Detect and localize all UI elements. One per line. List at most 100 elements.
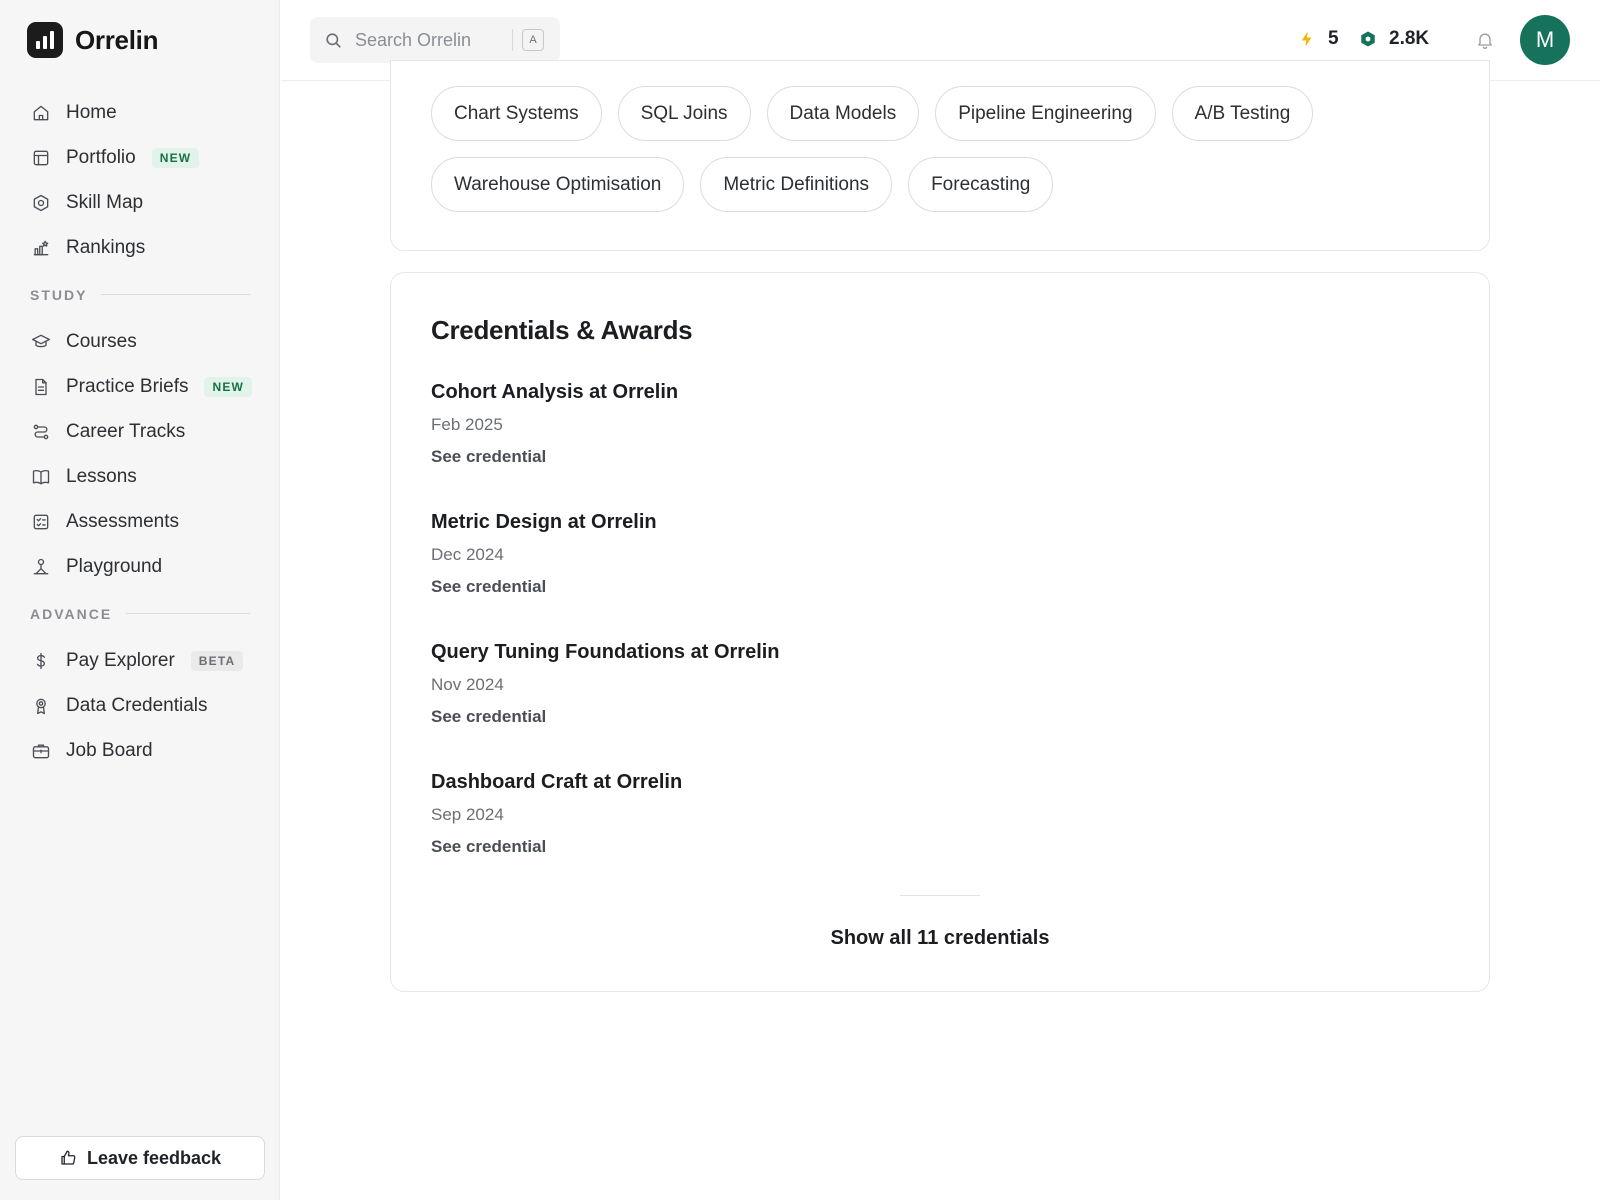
credential-name: Cohort Analysis at Orrelin: [431, 381, 679, 403]
sidebar-item-label: Courses: [66, 330, 137, 352]
sidebar-item-career-tracks[interactable]: Career Tracks: [0, 409, 280, 454]
list-item: Cohort Analysis at Orrelin Feb 2025 See …: [431, 381, 780, 511]
brand[interactable]: Orrelin: [27, 22, 158, 58]
playground-icon: [30, 556, 52, 578]
thumbs-up-icon: [59, 1149, 77, 1167]
skill-chip[interactable]: Forecasting: [908, 157, 1054, 212]
section-study: STUDY: [0, 270, 280, 319]
credential-name: Query Tuning Foundations at Orrelin: [431, 641, 780, 663]
lightning-icon: [1298, 29, 1316, 49]
sidebar-item-label: Practice Briefs: [66, 375, 189, 397]
home-icon: [30, 102, 52, 124]
sidebar-item-assessments[interactable]: Assessments: [0, 499, 280, 544]
graduation-cap-icon: [30, 331, 52, 353]
dollar-icon: [30, 650, 52, 672]
streak-counter[interactable]: 5: [1298, 28, 1339, 50]
skill-chip[interactable]: Pipeline Engineering: [935, 86, 1156, 141]
list-item: Metric Design at Orrelin Dec 2024 See cr…: [431, 511, 780, 641]
skills-card: Chart Systems SQL Joins Data Models Pipe…: [390, 60, 1490, 251]
credentials-card: Credentials & Awards Cohort Analysis at …: [390, 272, 1490, 992]
sidebar-item-label: Assessments: [66, 510, 179, 532]
sidebar-item-rankings[interactable]: Rankings: [0, 225, 280, 270]
sidebar-item-home[interactable]: Home: [0, 90, 280, 135]
sidebar-item-lessons[interactable]: Lessons: [0, 454, 280, 499]
sidebar-item-label: Job Board: [66, 739, 153, 761]
sidebar-item-playground[interactable]: Playground: [0, 544, 280, 589]
see-credential-link[interactable]: See credential: [431, 837, 546, 857]
credential-date: Sep 2024: [431, 805, 504, 824]
sidebar-item-portfolio[interactable]: Portfolio NEW: [0, 135, 280, 180]
ranking-icon: [30, 237, 52, 259]
credential-date: Nov 2024: [431, 675, 504, 694]
streak-value: 5: [1328, 28, 1339, 49]
sidebar-item-label: Portfolio: [66, 146, 136, 168]
new-badge: NEW: [151, 147, 200, 168]
brand-name: Orrelin: [75, 24, 159, 55]
skill-chip[interactable]: Data Models: [766, 86, 920, 141]
sidebar-item-label: Pay Explorer: [66, 649, 175, 671]
checklist-icon: [30, 511, 52, 533]
see-credential-link[interactable]: See credential: [431, 447, 546, 467]
credential-date: Feb 2025: [431, 415, 503, 434]
search-icon: [324, 31, 343, 50]
sidebar-item-label: Career Tracks: [66, 420, 186, 442]
notifications-button[interactable]: [1475, 30, 1495, 50]
sidebar-item-label: Home: [66, 101, 117, 123]
briefcase-icon: [30, 740, 52, 762]
see-credential-link[interactable]: See credential: [431, 577, 546, 597]
gem-icon: [1359, 29, 1377, 49]
credentials-list: Cohort Analysis at Orrelin Feb 2025 See …: [431, 381, 780, 901]
book-open-icon: [30, 466, 52, 488]
route-icon: [30, 421, 52, 443]
brand-logo-icon: [27, 22, 63, 58]
sidebar-item-label: Data Credentials: [66, 694, 208, 716]
search-placeholder: Search Orrelin: [355, 29, 472, 50]
sidebar-nav: Home Portfolio NEW Skill Map Rankings ST…: [0, 90, 280, 773]
see-credential-link[interactable]: See credential: [431, 707, 546, 727]
award-icon: [30, 695, 52, 717]
sidebar-item-data-credentials[interactable]: Data Credentials: [0, 683, 280, 728]
sidebar: Orrelin Home Portfolio NEW Skill Map Ran…: [0, 0, 280, 1200]
leave-feedback-button[interactable]: Leave feedback: [15, 1136, 265, 1180]
layout-icon: [30, 147, 52, 169]
credential-date: Dec 2024: [431, 545, 504, 564]
skill-chip[interactable]: A/B Testing: [1171, 86, 1314, 141]
section-label: STUDY: [30, 286, 88, 303]
new-badge: NEW: [204, 376, 253, 397]
sidebar-item-pay-explorer[interactable]: Pay Explorer BETA: [0, 638, 280, 683]
credential-name: Dashboard Craft at Orrelin: [431, 771, 683, 793]
show-all-credentials-button[interactable]: Show all 11 credentials: [391, 927, 1489, 950]
sidebar-item-practice-briefs[interactable]: Practice Briefs NEW: [0, 364, 280, 409]
search-input[interactable]: Search Orrelin A: [310, 17, 560, 63]
divider: [101, 294, 250, 295]
section-label: ADVANCE: [30, 605, 113, 622]
list-item: Query Tuning Foundations at Orrelin Nov …: [431, 641, 780, 771]
skill-chip[interactable]: Warehouse Optimisation: [431, 157, 685, 212]
hexagon-icon: [30, 192, 52, 214]
skill-chip[interactable]: SQL Joins: [617, 86, 751, 141]
sidebar-item-job-board[interactable]: Job Board: [0, 728, 280, 773]
sidebar-item-label: Rankings: [66, 236, 146, 258]
sidebar-item-label: Skill Map: [66, 191, 144, 213]
section-title: Credentials & Awards: [431, 315, 693, 345]
credential-name: Metric Design at Orrelin: [431, 511, 657, 533]
sidebar-item-label: Lessons: [66, 465, 137, 487]
beta-badge: BETA: [190, 650, 244, 671]
feedback-label: Leave feedback: [86, 1147, 222, 1168]
sidebar-item-label: Playground: [66, 555, 163, 577]
sidebar-item-skill-map[interactable]: Skill Map: [0, 180, 280, 225]
divider: [900, 895, 980, 896]
divider: [126, 613, 250, 614]
gems-value: 2.8K: [1389, 28, 1430, 49]
divider: [512, 29, 513, 51]
document-icon: [30, 376, 52, 398]
sidebar-item-courses[interactable]: Courses: [0, 319, 280, 364]
avatar[interactable]: M: [1520, 15, 1570, 65]
skill-chip[interactable]: Metric Definitions: [700, 157, 893, 212]
section-advance: ADVANCE: [0, 589, 280, 638]
keyboard-shortcut-badge: A: [522, 29, 544, 51]
list-item: Dashboard Craft at Orrelin Sep 2024 See …: [431, 771, 780, 901]
skill-chip[interactable]: Chart Systems: [431, 86, 602, 141]
skill-chips: Chart Systems SQL Joins Data Models Pipe…: [431, 86, 1451, 212]
gems-counter[interactable]: 2.8K: [1359, 28, 1429, 50]
